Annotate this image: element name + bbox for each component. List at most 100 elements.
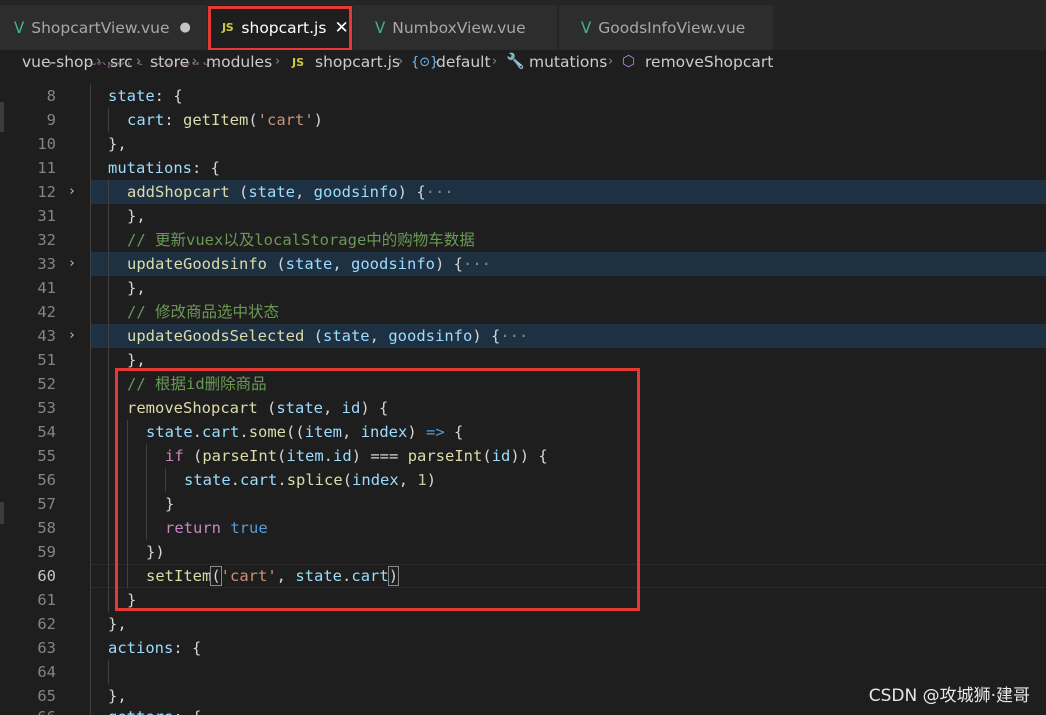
indent-guide [90, 180, 91, 204]
line-number: 59 [37, 543, 56, 561]
code-line: 57 } [0, 492, 1046, 516]
line-number: 52 [37, 375, 56, 393]
indent-guide [90, 705, 91, 715]
close-icon[interactable]: ✕ [334, 18, 348, 38]
fold-chevron-icon[interactable]: › [68, 324, 76, 348]
code-line: 56 state.cart.splice(index, 1) [0, 468, 1046, 492]
indent-guide [146, 492, 147, 516]
gutter-mark [0, 502, 4, 524]
line-number: 56 [37, 471, 56, 489]
indent-guide [108, 468, 109, 492]
line-number: 32 [37, 231, 56, 249]
line-text: }) [146, 543, 165, 561]
tab-shopcartview-vue[interactable]: V ShopcartView.vue ● [0, 5, 208, 50]
indent-guide [127, 468, 128, 492]
code-line: 32 // 更新vuex以及localStorage中的购物车数据 [0, 228, 1046, 252]
indent-guide [90, 420, 91, 444]
gutter-mark [0, 102, 4, 132]
line-text: }, [127, 351, 146, 369]
indent-guide [90, 492, 91, 516]
code-line: 52 // 根据id删除商品 [0, 372, 1046, 396]
line-number: 54 [37, 423, 56, 441]
line-number: 57 [37, 495, 56, 513]
line-number: 8 [46, 87, 56, 105]
indent-guide [108, 372, 109, 396]
indent-guide [108, 516, 109, 540]
tab-shopcart-js[interactable]: JS shopcart.js ✕ [208, 5, 352, 50]
indent-guide [127, 420, 128, 444]
indent-guide [108, 444, 109, 468]
line-number: 42 [37, 303, 56, 321]
tab-goodsinfoview-vue[interactable]: V GoodsInfoView.vue [559, 5, 774, 50]
code-line: 51 }, [0, 348, 1046, 372]
line-number: 10 [37, 135, 56, 153]
tab-label: GoodsInfoView.vue [598, 18, 746, 37]
indent-guide [90, 468, 91, 492]
indent-guide [146, 468, 147, 492]
indent-guide [127, 444, 128, 468]
indent-guide [108, 180, 109, 204]
indent-guide [90, 228, 91, 252]
line-text: } [127, 591, 137, 609]
indent-guide [108, 564, 109, 588]
code-line-folded[interactable]: 12 › addShopcart (state, goodsinfo) {··· [0, 180, 1046, 204]
indent-guide [90, 132, 91, 156]
indent-guide [127, 516, 128, 540]
code-line: 61 } [0, 588, 1046, 612]
indent-guide [127, 492, 128, 516]
indent-guide [90, 252, 91, 276]
tab-label: ShopcartView.vue [31, 18, 170, 37]
tab-label: shopcart.js [241, 18, 327, 37]
indent-guide [90, 84, 91, 108]
line-text: state.cart.splice(index, 1) [184, 471, 437, 489]
js-file-icon: JS [222, 21, 234, 34]
indent-guide [90, 204, 91, 228]
indent-guide [90, 516, 91, 540]
code-line: 9 cart: getItem('cart') [0, 108, 1046, 132]
line-text: } [165, 495, 175, 513]
fold-chevron-icon[interactable]: › [68, 252, 76, 276]
indent-guide [127, 564, 128, 588]
code-line: 58 return true [0, 516, 1046, 540]
line-number: 51 [37, 351, 56, 369]
tab-numboxview-vue[interactable]: V NumboxView.vue [353, 5, 558, 50]
code-line: 66 getters: { [0, 705, 1046, 715]
line-text: addShopcart (state, goodsinfo) {··· [127, 183, 454, 201]
line-number: 66 [0, 705, 56, 715]
line-text: if (parseInt(item.id) === parseInt(id)) … [165, 447, 548, 465]
line-text: removeShopcart (state, id) { [127, 399, 389, 417]
unsaved-dot-icon[interactable]: ● [180, 20, 191, 35]
line-number: 7 [0, 62, 56, 72]
indent-guide [108, 108, 109, 132]
indent-guide [108, 540, 109, 564]
line-text: actions: { [108, 639, 202, 657]
indent-guide [108, 228, 109, 252]
line-number: 64 [37, 663, 56, 681]
indent-guide [146, 444, 147, 468]
code-line-current: 60 setItem('cart', state.cart) [0, 564, 1046, 588]
line-number: 9 [46, 111, 56, 129]
line-number: 62 [37, 615, 56, 633]
line-number: 58 [37, 519, 56, 537]
line-number: 31 [37, 207, 56, 225]
fold-chevron-icon[interactable]: › [68, 180, 76, 204]
code-line: 42 // 修改商品选中状态 [0, 300, 1046, 324]
code-line-folded[interactable]: 43 › updateGoodsSelected (state, goodsin… [0, 324, 1046, 348]
line-text: }, [108, 135, 127, 153]
line-number: 43 [37, 327, 56, 345]
line-number: 11 [37, 159, 56, 177]
indent-guide [90, 588, 91, 612]
line-text: setItem('cart', state.cart) [146, 566, 400, 586]
line-text: state: { [108, 87, 183, 105]
code-line: 63 actions: { [0, 636, 1046, 660]
code-line-folded[interactable]: 33 › updateGoodsinfo (state, goodsinfo) … [0, 252, 1046, 276]
code-line: 11 mutations: { [0, 156, 1046, 180]
line-number: 53 [37, 399, 56, 417]
code-editor[interactable]: 7 export default { 8 state: { 9 cart: ge… [0, 62, 1046, 715]
line-text: cart: getItem('cart') [127, 111, 324, 129]
indent-guide [108, 420, 109, 444]
indent-guide [90, 444, 91, 468]
line-text: state.cart.some((item, index) => { [146, 423, 464, 441]
line-text: mutations: { [108, 159, 220, 177]
indent-guide [108, 396, 109, 420]
